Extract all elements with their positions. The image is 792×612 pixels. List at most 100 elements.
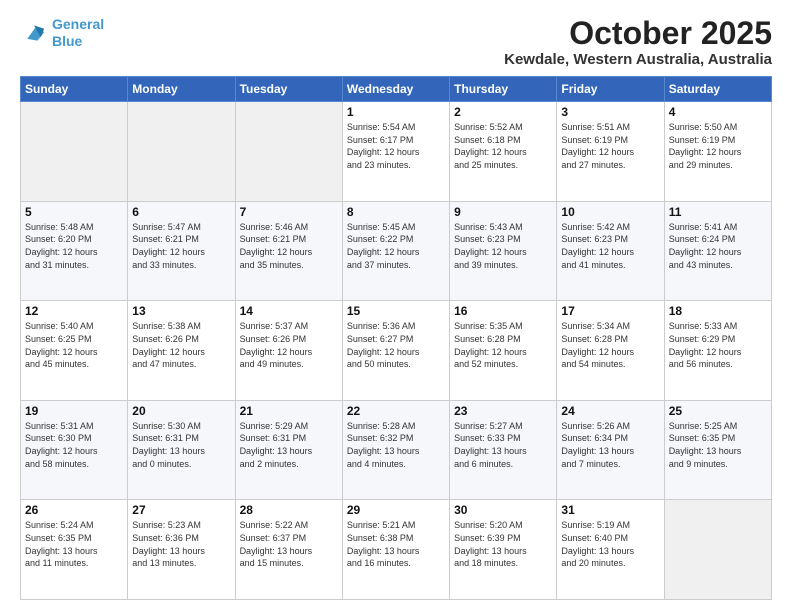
calendar-cell: 16 Sunrise: 5:35 AM Sunset: 6:28 PM Dayli… [450, 301, 557, 401]
calendar-cell: 4 Sunrise: 5:50 AM Sunset: 6:19 PM Daylig… [664, 102, 771, 202]
calendar-cell: 18Sunrise: 5:33 AM Sunset: 6:29 PM Dayli… [664, 301, 771, 401]
day-number: 17 [561, 304, 659, 318]
day-info: Sunrise: 5:26 AM Sunset: 6:34 PM Dayligh… [561, 420, 659, 470]
logo: General Blue [20, 16, 104, 50]
calendar-table: SundayMondayTuesdayWednesdayThursdayFrid… [20, 76, 772, 600]
calendar-cell: 28Sunrise: 5:22 AM Sunset: 6:37 PM Dayli… [235, 500, 342, 600]
day-number: 19 [25, 404, 123, 418]
weekday-header-wednesday: Wednesday [342, 77, 449, 102]
weekday-header-tuesday: Tuesday [235, 77, 342, 102]
day-info: Sunrise: 5:36 AM Sunset: 6:27 PM Dayligh… [347, 320, 445, 370]
day-number: 30 [454, 503, 552, 517]
calendar-cell: 1 Sunrise: 5:54 AM Sunset: 6:17 PM Daylig… [342, 102, 449, 202]
day-number: 31 [561, 503, 659, 517]
day-info: Sunrise: 5:28 AM Sunset: 6:32 PM Dayligh… [347, 420, 445, 470]
calendar-cell: 19 Sunrise: 5:31 AM Sunset: 6:30 PM Dayli… [21, 400, 128, 500]
day-info: Sunrise: 5:51 AM Sunset: 6:19 PM Dayligh… [561, 121, 659, 171]
day-number: 29 [347, 503, 445, 517]
day-number: 10 [561, 205, 659, 219]
calendar-cell: 10 Sunrise: 5:42 AM Sunset: 6:23 PM Dayli… [557, 201, 664, 301]
calendar-cell: 26 Sunrise: 5:24 AM Sunset: 6:35 PM Dayli… [21, 500, 128, 600]
calendar-cell: 9 Sunrise: 5:43 AM Sunset: 6:23 PM Daylig… [450, 201, 557, 301]
day-info: Sunrise: 5:42 AM Sunset: 6:23 PM Dayligh… [561, 221, 659, 271]
logo-text: General Blue [52, 16, 104, 50]
calendar-cell [21, 102, 128, 202]
calendar-cell: 6 Sunrise: 5:47 AM Sunset: 6:21 PM Daylig… [128, 201, 235, 301]
day-info: Sunrise: 5:25 AM Sunset: 6:35 PM Dayligh… [669, 420, 767, 470]
day-number: 16 [454, 304, 552, 318]
calendar-week-5: 26 Sunrise: 5:24 AM Sunset: 6:35 PM Dayli… [21, 500, 772, 600]
day-number: 4 [669, 105, 767, 119]
day-number: 9 [454, 205, 552, 219]
day-info: Sunrise: 5:40 AM Sunset: 6:25 PM Dayligh… [25, 320, 123, 370]
weekday-header-sunday: Sunday [21, 77, 128, 102]
day-number: 7 [240, 205, 338, 219]
calendar-subtitle: Kewdale, Western Australia, Australia [504, 51, 772, 68]
calendar-cell: 24Sunrise: 5:26 AM Sunset: 6:34 PM Dayli… [557, 400, 664, 500]
calendar-cell: 11 Sunrise: 5:41 AM Sunset: 6:24 PM Dayli… [664, 201, 771, 301]
day-info: Sunrise: 5:50 AM Sunset: 6:19 PM Dayligh… [669, 121, 767, 171]
day-info: Sunrise: 5:22 AM Sunset: 6:37 PM Dayligh… [240, 519, 338, 569]
calendar-cell: 14Sunrise: 5:37 AM Sunset: 6:26 PM Dayli… [235, 301, 342, 401]
calendar-cell [128, 102, 235, 202]
day-info: Sunrise: 5:30 AM Sunset: 6:31 PM Dayligh… [132, 420, 230, 470]
day-number: 20 [132, 404, 230, 418]
day-number: 1 [347, 105, 445, 119]
day-info: Sunrise: 5:21 AM Sunset: 6:38 PM Dayligh… [347, 519, 445, 569]
calendar-cell: 30 Sunrise: 5:20 AM Sunset: 6:39 PM Dayli… [450, 500, 557, 600]
calendar-cell: 8Sunrise: 5:45 AM Sunset: 6:22 PM Daylig… [342, 201, 449, 301]
day-number: 23 [454, 404, 552, 418]
day-info: Sunrise: 5:45 AM Sunset: 6:22 PM Dayligh… [347, 221, 445, 271]
day-info: Sunrise: 5:33 AM Sunset: 6:29 PM Dayligh… [669, 320, 767, 370]
calendar-cell: 25 Sunrise: 5:25 AM Sunset: 6:35 PM Dayli… [664, 400, 771, 500]
day-number: 6 [132, 205, 230, 219]
day-info: Sunrise: 5:52 AM Sunset: 6:18 PM Dayligh… [454, 121, 552, 171]
day-info: Sunrise: 5:48 AM Sunset: 6:20 PM Dayligh… [25, 221, 123, 271]
day-number: 2 [454, 105, 552, 119]
day-number: 11 [669, 205, 767, 219]
logo-icon [20, 22, 48, 44]
day-info: Sunrise: 5:47 AM Sunset: 6:21 PM Dayligh… [132, 221, 230, 271]
day-info: Sunrise: 5:38 AM Sunset: 6:26 PM Dayligh… [132, 320, 230, 370]
weekday-header-row: SundayMondayTuesdayWednesdayThursdayFrid… [21, 77, 772, 102]
day-info: Sunrise: 5:29 AM Sunset: 6:31 PM Dayligh… [240, 420, 338, 470]
day-number: 26 [25, 503, 123, 517]
calendar-title: October 2025 [504, 16, 772, 51]
day-info: Sunrise: 5:27 AM Sunset: 6:33 PM Dayligh… [454, 420, 552, 470]
day-info: Sunrise: 5:35 AM Sunset: 6:28 PM Dayligh… [454, 320, 552, 370]
calendar-cell: 23 Sunrise: 5:27 AM Sunset: 6:33 PM Dayli… [450, 400, 557, 500]
calendar-cell: 7Sunrise: 5:46 AM Sunset: 6:21 PM Daylig… [235, 201, 342, 301]
calendar-cell: 22 Sunrise: 5:28 AM Sunset: 6:32 PM Dayli… [342, 400, 449, 500]
day-number: 13 [132, 304, 230, 318]
calendar-cell: 13 Sunrise: 5:38 AM Sunset: 6:26 PM Dayli… [128, 301, 235, 401]
day-number: 25 [669, 404, 767, 418]
calendar-cell: 31 Sunrise: 5:19 AM Sunset: 6:40 PM Dayli… [557, 500, 664, 600]
calendar-week-3: 12 Sunrise: 5:40 AM Sunset: 6:25 PM Dayli… [21, 301, 772, 401]
weekday-header-thursday: Thursday [450, 77, 557, 102]
calendar-cell: 20 Sunrise: 5:30 AM Sunset: 6:31 PM Dayli… [128, 400, 235, 500]
calendar-cell: 5 Sunrise: 5:48 AM Sunset: 6:20 PM Daylig… [21, 201, 128, 301]
day-info: Sunrise: 5:43 AM Sunset: 6:23 PM Dayligh… [454, 221, 552, 271]
day-info: Sunrise: 5:23 AM Sunset: 6:36 PM Dayligh… [132, 519, 230, 569]
day-number: 15 [347, 304, 445, 318]
header: General Blue October 2025 Kewdale, Weste… [20, 16, 772, 68]
day-number: 21 [240, 404, 338, 418]
page: General Blue October 2025 Kewdale, Weste… [0, 0, 792, 612]
day-info: Sunrise: 5:19 AM Sunset: 6:40 PM Dayligh… [561, 519, 659, 569]
day-info: Sunrise: 5:34 AM Sunset: 6:28 PM Dayligh… [561, 320, 659, 370]
day-number: 22 [347, 404, 445, 418]
day-info: Sunrise: 5:41 AM Sunset: 6:24 PM Dayligh… [669, 221, 767, 271]
calendar-cell: 29 Sunrise: 5:21 AM Sunset: 6:38 PM Dayli… [342, 500, 449, 600]
day-info: Sunrise: 5:54 AM Sunset: 6:17 PM Dayligh… [347, 121, 445, 171]
calendar-week-2: 5 Sunrise: 5:48 AM Sunset: 6:20 PM Daylig… [21, 201, 772, 301]
calendar-cell: 12 Sunrise: 5:40 AM Sunset: 6:25 PM Dayli… [21, 301, 128, 401]
day-info: Sunrise: 5:31 AM Sunset: 6:30 PM Dayligh… [25, 420, 123, 470]
calendar-cell: 27Sunrise: 5:23 AM Sunset: 6:36 PM Dayli… [128, 500, 235, 600]
weekday-header-monday: Monday [128, 77, 235, 102]
day-info: Sunrise: 5:24 AM Sunset: 6:35 PM Dayligh… [25, 519, 123, 569]
calendar-week-1: 1 Sunrise: 5:54 AM Sunset: 6:17 PM Daylig… [21, 102, 772, 202]
day-number: 12 [25, 304, 123, 318]
day-info: Sunrise: 5:37 AM Sunset: 6:26 PM Dayligh… [240, 320, 338, 370]
day-info: Sunrise: 5:20 AM Sunset: 6:39 PM Dayligh… [454, 519, 552, 569]
day-number: 5 [25, 205, 123, 219]
